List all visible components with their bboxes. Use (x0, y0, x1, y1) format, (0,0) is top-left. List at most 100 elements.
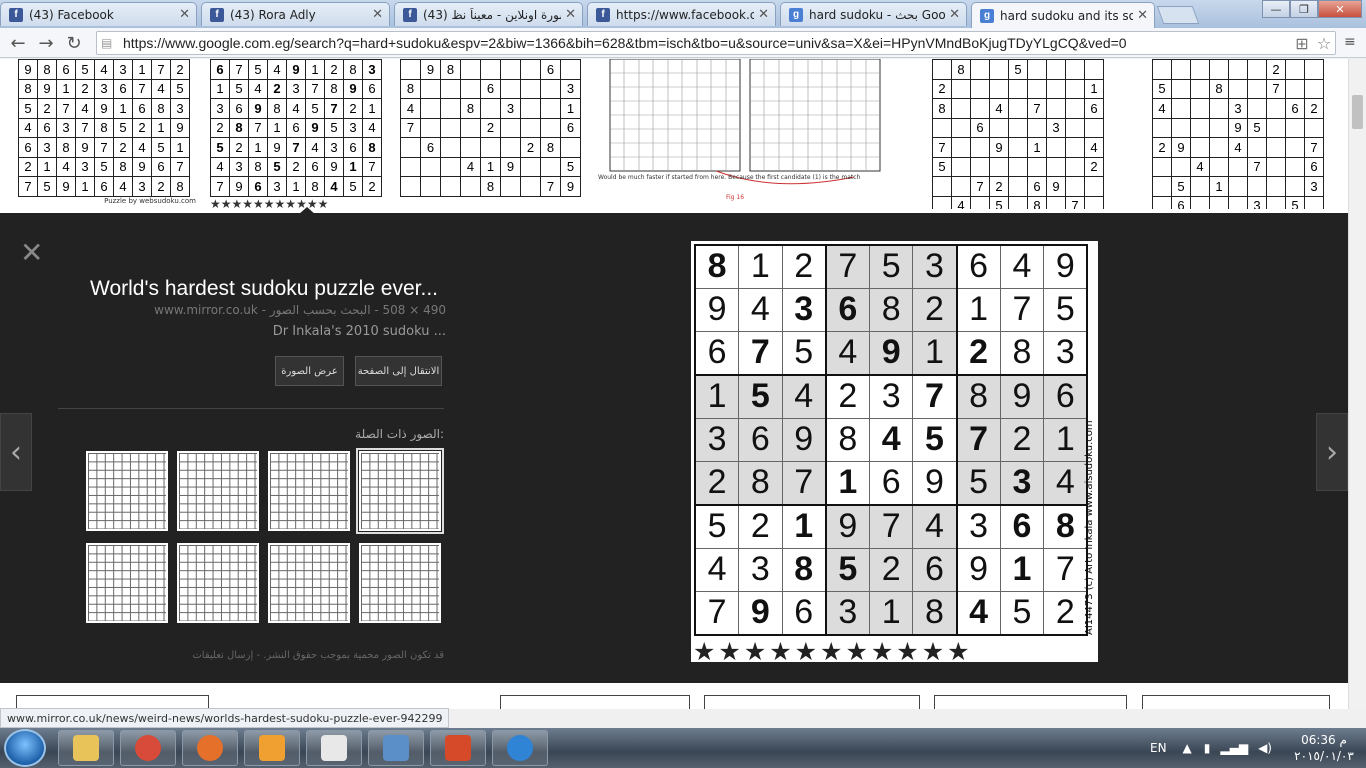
result-thumbnail[interactable]: 25874362952947476513635 (1152, 59, 1330, 209)
browser-tab[interactable]: g hard sudoku and its soluti✕ (971, 2, 1155, 28)
sudoku-cell: 3 (956, 504, 1001, 549)
thumbnail-cell: 6 (1285, 98, 1305, 119)
next-image-arrow[interactable]: › (1316, 413, 1348, 491)
thumbnail-cell: 6 (248, 176, 268, 197)
thumbnail-cell: 1 (1027, 137, 1047, 158)
address-bar[interactable]: ▤ https://www.google.com.eg/search?q=har… (96, 31, 1336, 55)
thumbnail-cell (560, 137, 581, 158)
close-tab-icon[interactable]: ✕ (1137, 8, 1148, 23)
close-tab-icon[interactable]: ✕ (949, 7, 960, 22)
browser-tab[interactable]: f (43) Facebook ✕ (0, 2, 197, 26)
result-thumbnail-candidates[interactable]: Would be much faster if started from her… (596, 59, 890, 201)
clock[interactable]: 06:36 م ٢٠١٥/٠١/٠٣ (1282, 732, 1366, 764)
close-preview-icon[interactable]: ✕ (20, 239, 43, 267)
thumbnail-cell: 3 (75, 156, 95, 177)
back-button[interactable]: ← (6, 32, 30, 54)
sudoku-cell: 3 (1043, 331, 1089, 376)
thumbnail-cell: 4 (951, 195, 971, 209)
related-image-thumbnail[interactable] (268, 451, 350, 531)
thumbnail-cell (970, 195, 990, 209)
internet-explorer-icon (507, 735, 533, 761)
taskbar-app-button[interactable] (430, 730, 486, 766)
maximize-button[interactable]: ❐ (1290, 0, 1318, 18)
sudoku-cell: 2 (694, 460, 740, 506)
browser-tab[interactable]: g hard sudoku - بحث Google✕ (780, 2, 967, 26)
thumbnail-grid-pattern (88, 545, 166, 621)
previous-image-arrow[interactable]: ‹ (0, 413, 32, 491)
google-icon: g (980, 8, 994, 23)
minimize-button[interactable]: — (1262, 0, 1290, 18)
page-scrollbar[interactable] (1348, 59, 1366, 709)
browser-tab[interactable]: f (43) مشورة اونلاين - معيناً نظ ✕ (394, 2, 583, 26)
result-thumbnail[interactable] (1142, 695, 1330, 709)
thumbnail-cell: 9 (94, 98, 114, 119)
preview-title[interactable]: World's hardest sudoku puzzle ever... (40, 277, 438, 301)
start-button[interactable] (4, 729, 46, 767)
related-image-thumbnail[interactable] (86, 543, 168, 623)
related-image-thumbnail[interactable] (86, 451, 168, 531)
browser-tab[interactable]: f https://www.facebook.co ✕ (587, 2, 776, 26)
preview-image-sudoku[interactable]: 8127536499436821756754912831542378963698… (691, 241, 1098, 666)
related-image-thumbnail[interactable] (177, 543, 259, 623)
preview-footer[interactable]: قد تكون الصور محمية بموجب حقوق النشر. - … (58, 650, 444, 661)
related-image-thumbnail[interactable] (177, 451, 259, 531)
result-thumbnail[interactable]: 98686348317266284195879 (400, 59, 584, 209)
thumbnail-cell (400, 59, 421, 80)
taskbar-app-button[interactable] (58, 730, 114, 766)
related-image-thumbnail[interactable] (359, 543, 441, 623)
chrome-menu-icon[interactable]: ≡ (1344, 34, 1360, 50)
thumbnail-cell (932, 195, 952, 209)
result-thumbnail[interactable]: 9865431728912367455274916834637852196389… (18, 59, 196, 209)
browser-tab[interactable]: f (43) Rora Adly ✕ (201, 2, 390, 26)
taskbar-app-button[interactable] (120, 730, 176, 766)
reload-button[interactable]: ↻ (62, 32, 86, 54)
thumbnail-cell: 4 (56, 156, 76, 177)
sudoku-cell: 9 (738, 590, 783, 636)
taskbar-app-button[interactable] (492, 730, 548, 766)
sudoku-cell: 6 (781, 590, 827, 636)
translate-icon[interactable]: ⊞ (1291, 34, 1313, 53)
result-thumbnail[interactable] (704, 695, 920, 709)
close-window-button[interactable]: ✕ (1318, 0, 1362, 18)
thumbnail-cell: 7 (132, 78, 152, 99)
view-image-button[interactable]: عرض الصورة (275, 356, 344, 386)
show-hidden-icons-icon[interactable]: ▲ (1183, 741, 1192, 755)
signal-icon[interactable]: ▂▄▆ (1220, 741, 1248, 755)
thumbnail-cell: 7 (1065, 195, 1085, 209)
sudoku-cell: 1 (999, 547, 1045, 592)
taskbar-app-button[interactable] (306, 730, 362, 766)
language-indicator[interactable]: EN (1150, 741, 1167, 755)
bookmark-star-icon[interactable]: ☆ (1313, 34, 1335, 53)
volume-icon[interactable]: ◀) (1258, 741, 1272, 755)
taskbar-app-button[interactable] (368, 730, 424, 766)
close-tab-icon[interactable]: ✕ (758, 7, 769, 22)
related-image-thumbnail[interactable] (356, 448, 444, 534)
result-thumbnail[interactable]: 852184766379145272694587 (932, 59, 1110, 209)
close-tab-icon[interactable]: ✕ (565, 7, 576, 22)
sudoku-cell: 5 (825, 547, 870, 592)
scrollbar-thumb[interactable] (1352, 95, 1363, 129)
tab-title: (43) Rora Adly (230, 7, 316, 22)
taskbar-app-button[interactable] (182, 730, 238, 766)
thumbnail-cell: 3 (113, 59, 133, 80)
result-thumbnail[interactable]: 6754912831542378963698457212871695345219… (210, 59, 388, 209)
thumbnail-cell (440, 156, 461, 177)
close-tab-icon[interactable]: ✕ (179, 7, 190, 22)
network-icon[interactable]: ▮ (1204, 741, 1211, 755)
thumbnail-cell: 1 (267, 117, 287, 138)
result-thumbnail[interactable] (500, 695, 690, 709)
result-thumbnail[interactable] (934, 695, 1127, 709)
thumbnail-cell (1008, 117, 1028, 138)
thumbnail-cell: 1 (305, 59, 325, 80)
new-tab-button[interactable] (1156, 6, 1200, 24)
related-image-thumbnail[interactable] (268, 543, 350, 623)
thumbnail-cell: 2 (324, 59, 344, 80)
taskbar-app-button[interactable] (244, 730, 300, 766)
close-tab-icon[interactable]: ✕ (372, 7, 383, 22)
forward-button[interactable]: → (34, 32, 58, 54)
preview-meta[interactable]: www.mirror.co.uk - ‏490 × 508 - البحث بح… (40, 303, 446, 317)
sudoku-cell: 1 (781, 504, 827, 549)
result-thumbnail[interactable] (16, 695, 209, 709)
visit-page-button[interactable]: الانتقال إلى الصفحة (355, 356, 442, 386)
thumbnail-cell: 1 (560, 98, 581, 119)
